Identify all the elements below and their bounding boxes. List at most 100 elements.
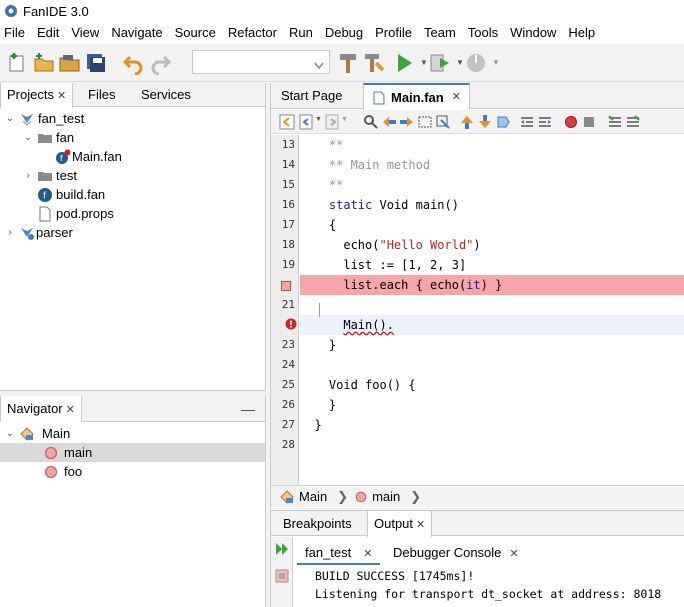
tab-debugger-console[interactable]: Debugger Console ✕	[385, 541, 527, 565]
menu-file[interactable]: File	[0, 22, 31, 44]
stop-icon[interactable]	[275, 569, 289, 583]
menu-tools[interactable]: Tools	[462, 22, 504, 44]
code-line: ** Main method	[300, 158, 431, 172]
run-icon[interactable]	[392, 51, 416, 75]
minimize-icon[interactable]: —	[241, 401, 255, 417]
find-selection-icon[interactable]	[417, 114, 433, 130]
menu-edit[interactable]: Edit	[31, 22, 65, 44]
previous-bookmark-icon[interactable]	[459, 114, 475, 130]
shift-right-icon[interactable]	[537, 114, 553, 130]
output-panel: Breakpoints Output ✕ fan_test ✕ Debugger C…	[270, 510, 684, 607]
menu-view[interactable]: View	[65, 22, 105, 44]
tab-fan-test-output[interactable]: fan_test ✕	[297, 541, 381, 565]
run-dropdown-icon[interactable]: ▼	[420, 58, 428, 67]
save-all-icon[interactable]	[84, 51, 108, 75]
tree-node-fan[interactable]: ⌄ fan	[22, 128, 74, 147]
tree-node-build-fan[interactable]: f build.fan	[22, 185, 105, 204]
tab-start-page[interactable]: Start Page	[273, 83, 350, 109]
configuration-combo[interactable]	[192, 50, 330, 74]
profile-dropdown-icon[interactable]: ▼	[492, 58, 500, 67]
tab-navigator[interactable]: Navigator ✕	[0, 396, 82, 422]
chevron-right-icon: ❯	[410, 488, 422, 504]
tab-main-fan[interactable]: Main.fan ✕	[363, 83, 470, 110]
code-line: }	[300, 418, 322, 432]
find-icon[interactable]	[363, 114, 379, 130]
close-icon[interactable]: ✕	[416, 519, 425, 531]
build-hammer-icon[interactable]	[336, 51, 360, 75]
open-project-icon[interactable]	[58, 51, 82, 75]
close-icon[interactable]: ✕	[363, 548, 372, 560]
tree-node-parser[interactable]: › parser	[4, 223, 73, 242]
tree-node-fan-test[interactable]: ⌄ fan_test	[4, 109, 84, 128]
tab-projects[interactable]: Projects ✕	[0, 83, 74, 108]
tree-node-test[interactable]: › test	[22, 166, 77, 185]
error-icon[interactable]	[285, 318, 297, 330]
menu-window[interactable]: Window	[504, 22, 562, 44]
navigator-node-foo-method[interactable]: foo	[40, 462, 82, 481]
toggle-bookmark-icon[interactable]	[495, 114, 511, 130]
window-title: FanIDE 3.0	[23, 3, 89, 19]
uncomment-icon[interactable]	[625, 114, 641, 130]
chevron-right-icon[interactable]: ›	[4, 227, 16, 238]
back-icon[interactable]	[299, 114, 315, 130]
clean-build-icon[interactable]	[362, 51, 386, 75]
next-bookmark-icon[interactable]	[477, 114, 493, 130]
start-macro-icon[interactable]	[563, 114, 579, 130]
toggle-highlight-icon[interactable]	[435, 114, 451, 130]
debug-dropdown-icon[interactable]: ▼	[456, 58, 464, 67]
tree-node-pod-props[interactable]: pod.props	[22, 204, 114, 223]
back-dropdown-icon[interactable]: ▼	[315, 116, 322, 123]
menu-team[interactable]: Team	[418, 22, 462, 44]
close-icon[interactable]: ✕	[66, 404, 75, 416]
shift-left-icon[interactable]	[519, 114, 535, 130]
close-icon[interactable]: ✕	[57, 90, 66, 102]
menu-refactor[interactable]: Refactor	[222, 22, 283, 44]
code-line: }	[300, 338, 337, 352]
chevron-right-icon[interactable]: ›	[22, 170, 34, 181]
undo-icon[interactable]	[122, 51, 146, 75]
close-icon[interactable]: ✕	[452, 86, 461, 109]
breadcrumb: Main ❯ main ❯	[271, 485, 684, 507]
breakpoint-icon[interactable]	[281, 281, 291, 291]
menu-debug[interactable]: Debug	[319, 22, 369, 44]
tab-output[interactable]: Output ✕	[367, 511, 433, 537]
new-file-icon[interactable]	[6, 51, 30, 75]
forward-icon[interactable]	[325, 114, 341, 130]
breakpoint-code-line: list.each { echo(it) }	[300, 275, 684, 295]
output-line: BUILD SUCCESS [1745ms]!	[315, 569, 475, 583]
tree-node-main-fan[interactable]: f Main.fan	[40, 147, 122, 166]
new-project-icon[interactable]	[32, 51, 56, 75]
line-number-gutter[interactable]: 13 14 15 16 17 18 19 21 23 24 25 26 27 2…	[271, 135, 299, 485]
debug-icon[interactable]	[428, 51, 452, 75]
code-editor[interactable]: ** ** Main method ** static Void main() …	[300, 135, 684, 485]
tab-breakpoints[interactable]: Breakpoints	[277, 511, 358, 536]
menu-profile[interactable]: Profile	[369, 22, 418, 44]
menu-help[interactable]: Help	[562, 22, 601, 44]
comment-icon[interactable]	[607, 114, 623, 130]
tab-files[interactable]: Files	[82, 83, 121, 107]
rerun-icon[interactable]	[274, 541, 290, 557]
navigator-node-main-method[interactable]: main	[0, 443, 265, 462]
find-previous-icon[interactable]	[381, 114, 397, 130]
forward-dropdown-icon[interactable]: ▼	[341, 116, 348, 123]
menu-run[interactable]: Run	[283, 22, 319, 44]
chevron-down-icon[interactable]: ⌄	[4, 428, 16, 439]
chevron-down-icon[interactable]: ⌄	[4, 113, 16, 124]
stop-macro-icon[interactable]	[581, 114, 597, 130]
redo-icon[interactable]	[148, 51, 172, 75]
find-next-icon[interactable]	[399, 114, 415, 130]
close-icon[interactable]: ✕	[509, 548, 518, 560]
menu-source[interactable]: Source	[169, 22, 222, 44]
breadcrumb-item-main-class[interactable]: Main	[279, 489, 327, 505]
breadcrumb-item-main-method[interactable]: main	[354, 489, 400, 504]
chevron-down-icon	[314, 58, 324, 73]
profile-icon[interactable]	[464, 51, 488, 75]
current-code-line: Main().	[300, 315, 684, 335]
menu-navigate[interactable]: Navigate	[105, 22, 168, 44]
navigator-node-main-class[interactable]: ⌄ Main	[4, 424, 70, 443]
chevron-down-icon[interactable]: ⌄	[22, 132, 34, 143]
tab-services[interactable]: Services	[135, 83, 197, 107]
main-toolbar: ▼ ▼ ▼	[0, 44, 684, 82]
last-edit-icon[interactable]	[279, 114, 295, 130]
